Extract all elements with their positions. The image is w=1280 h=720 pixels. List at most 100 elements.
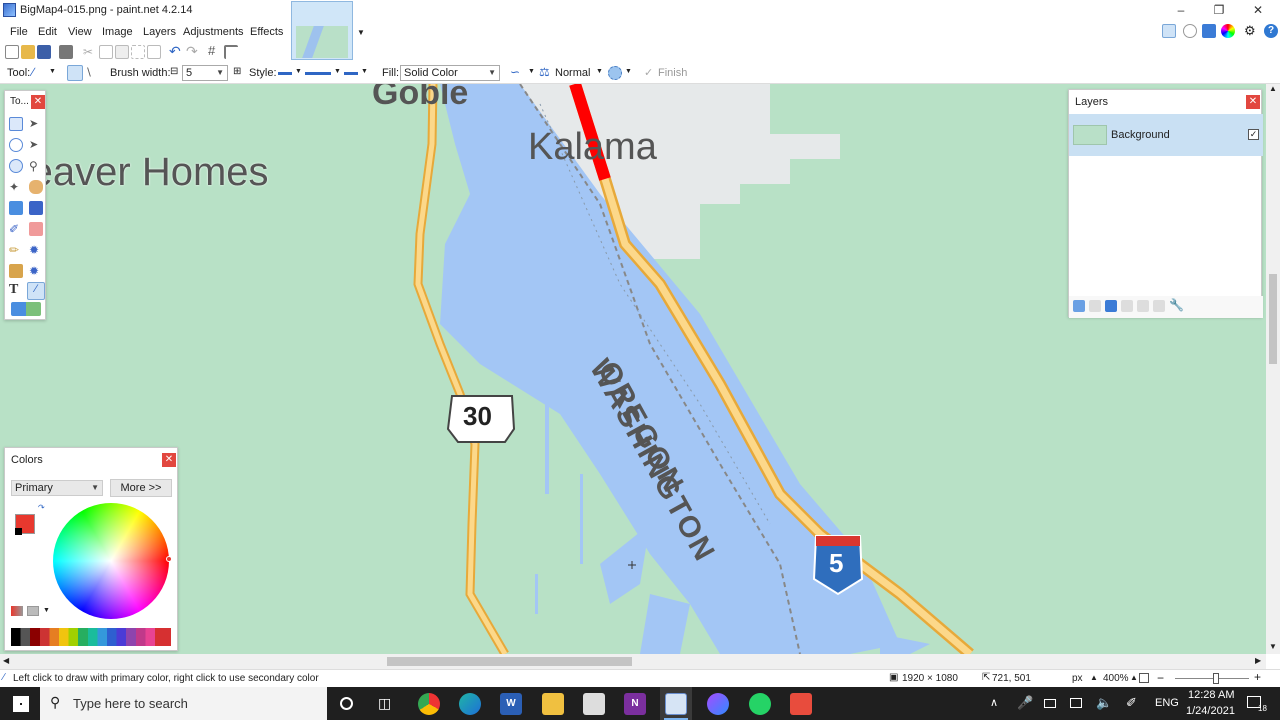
horizontal-scrollbar[interactable]: ◀ ▶ [0,654,1266,669]
bezier-mode-icon[interactable]: ∖ [85,66,99,80]
help-icon[interactable]: ? [1264,24,1278,38]
zoom-tool-icon[interactable]: ⚲ [29,159,43,173]
paint-bucket-tool-icon[interactable] [9,201,23,215]
ellipse-select-tool-icon[interactable] [9,159,23,173]
pencil-tool-icon[interactable]: ✏ [9,243,23,257]
units-dropdown-icon[interactable]: ▲ [1090,673,1098,682]
end-cap-icon[interactable] [344,72,358,75]
file-explorer-app-icon[interactable] [542,693,564,715]
selection-clipping-icon[interactable] [608,66,622,80]
finish-button[interactable]: Finish [658,67,687,79]
volume-icon[interactable]: 🔈 [1096,695,1112,711]
paintbrush-tool-icon[interactable]: ✐ [9,222,23,236]
task-view-icon[interactable]: ◫ [378,695,391,712]
scroll-left-icon[interactable]: ◀ [3,656,9,665]
delete-layer-icon[interactable] [1089,300,1101,312]
dash-style-icon[interactable] [305,72,331,75]
minimize-button[interactable]: – [1166,1,1196,19]
zoom-slider-thumb[interactable] [1213,673,1219,684]
shapes-tool-icon[interactable] [11,302,41,316]
menu-file[interactable]: File [10,26,28,38]
blend-mode-dropdown-icon[interactable]: ▼ [596,68,603,75]
line-curve-tool-icon[interactable]: ∕ [32,65,34,79]
layer-properties-icon[interactable]: 🔧 [1169,298,1184,312]
text-tool-icon[interactable]: T [9,282,23,297]
menu-effects[interactable]: Effects [250,26,283,38]
palette-dropdown-icon[interactable]: ▼ [43,607,50,614]
language-indicator[interactable]: ENG [1155,697,1179,709]
scroll-up-icon[interactable]: ▲ [1269,84,1277,93]
layers-toggle-icon[interactable] [1202,24,1216,38]
chrome-app-icon[interactable] [418,693,440,715]
recolor-tool-icon[interactable]: ✹ [29,264,43,278]
menu-edit[interactable]: Edit [38,26,57,38]
whatsapp-app-icon[interactable] [749,693,771,715]
horizontal-scroll-thumb[interactable] [387,657,632,666]
messenger-app-icon[interactable] [707,693,729,715]
color-picker-tool-icon[interactable]: ✹ [29,243,43,257]
save-icon[interactable] [37,45,51,59]
color-wheel-handle[interactable] [166,556,172,562]
move-selected-tool-icon[interactable]: ➤ [29,117,43,131]
paste-icon[interactable] [115,45,129,59]
crop-to-selection-icon[interactable] [131,45,145,59]
move-selection-tool-icon[interactable]: ➤ [29,138,43,152]
swap-colors-icon[interactable]: ↷ [38,503,45,512]
onenote-app-icon[interactable]: N [624,693,646,715]
clock-date[interactable]: 1/24/2021 [1186,705,1235,717]
start-cap-dropdown-icon[interactable]: ▼ [295,68,302,75]
fill-select[interactable]: Solid Color ▼ [400,65,500,81]
duplicate-layer-icon[interactable] [1105,300,1117,312]
zoom-slider-track[interactable] [1175,678,1249,679]
magic-wand-tool-icon[interactable]: ✦ [9,180,23,194]
add-layer-icon[interactable] [1073,300,1085,312]
image-list-dropdown-icon[interactable]: ▼ [357,28,365,37]
palette-menu-icon[interactable] [27,606,39,616]
menu-view[interactable]: View [68,26,92,38]
brush-width-decrease-button[interactable]: ⊟ [170,66,178,77]
microphone-icon[interactable]: 🎤 [1017,695,1033,711]
new-file-icon[interactable] [5,45,19,59]
restore-button[interactable]: ❐ [1204,1,1234,19]
word-app-icon[interactable]: W [500,693,522,715]
settings-icon[interactable]: ⚙ [1244,23,1256,39]
move-layer-down-icon[interactable] [1153,300,1165,312]
scroll-right-icon[interactable]: ▶ [1255,656,1261,665]
paintnet-app-icon[interactable] [665,693,687,715]
clipping-dropdown-icon[interactable]: ▼ [625,68,632,75]
zoom-in-icon[interactable]: + [1254,670,1261,684]
color-mode-select[interactable]: Primary ▼ [11,480,103,496]
pen-workspace-icon[interactable]: ✐ [1126,695,1137,711]
cortana-icon[interactable] [340,697,353,710]
tools-toggle-icon[interactable] [1162,24,1176,38]
zoom-dropdown-icon[interactable]: ▲ [1130,673,1138,682]
clone-stamp-tool-icon[interactable] [9,264,23,278]
print-icon[interactable] [59,45,73,59]
app-icon-red[interactable] [790,693,812,715]
close-window-button[interactable]: ✕ [1243,1,1273,19]
layer-visibility-checkbox[interactable]: ✓ [1248,129,1259,140]
history-toggle-icon[interactable] [1183,24,1197,38]
store-app-icon[interactable] [583,693,605,715]
windows-start-icon[interactable] [13,696,29,712]
undo-icon[interactable]: ↶ [169,43,181,60]
menu-adjustments[interactable]: Adjustments [183,26,244,38]
palette-icon[interactable] [11,606,23,616]
taskbar-search-box[interactable]: ⚲ Type here to search [40,687,327,720]
merge-layer-icon[interactable] [1121,300,1133,312]
ruler-icon[interactable] [224,45,238,59]
menu-layers[interactable]: Layers [143,26,176,38]
tool-dropdown-icon[interactable]: ▼ [49,68,56,75]
clock-time[interactable]: 12:28 AM [1188,689,1234,701]
reset-colors-icon[interactable] [15,528,22,535]
colors-toggle-icon[interactable] [1221,24,1235,38]
open-file-icon[interactable] [21,45,35,59]
blend-mode-select[interactable]: Normal [555,67,590,79]
colors-close-button[interactable]: ✕ [162,453,176,467]
brush-width-input[interactable]: 5 ▼ [182,65,228,81]
vertical-scrollbar[interactable]: ▲ ▼ [1266,84,1280,654]
line-style-solid-icon[interactable] [278,72,292,75]
redo-icon[interactable]: ↷ [186,43,198,60]
brush-width-increase-button[interactable]: ⊞ [233,66,241,77]
move-layer-up-icon[interactable] [1137,300,1149,312]
